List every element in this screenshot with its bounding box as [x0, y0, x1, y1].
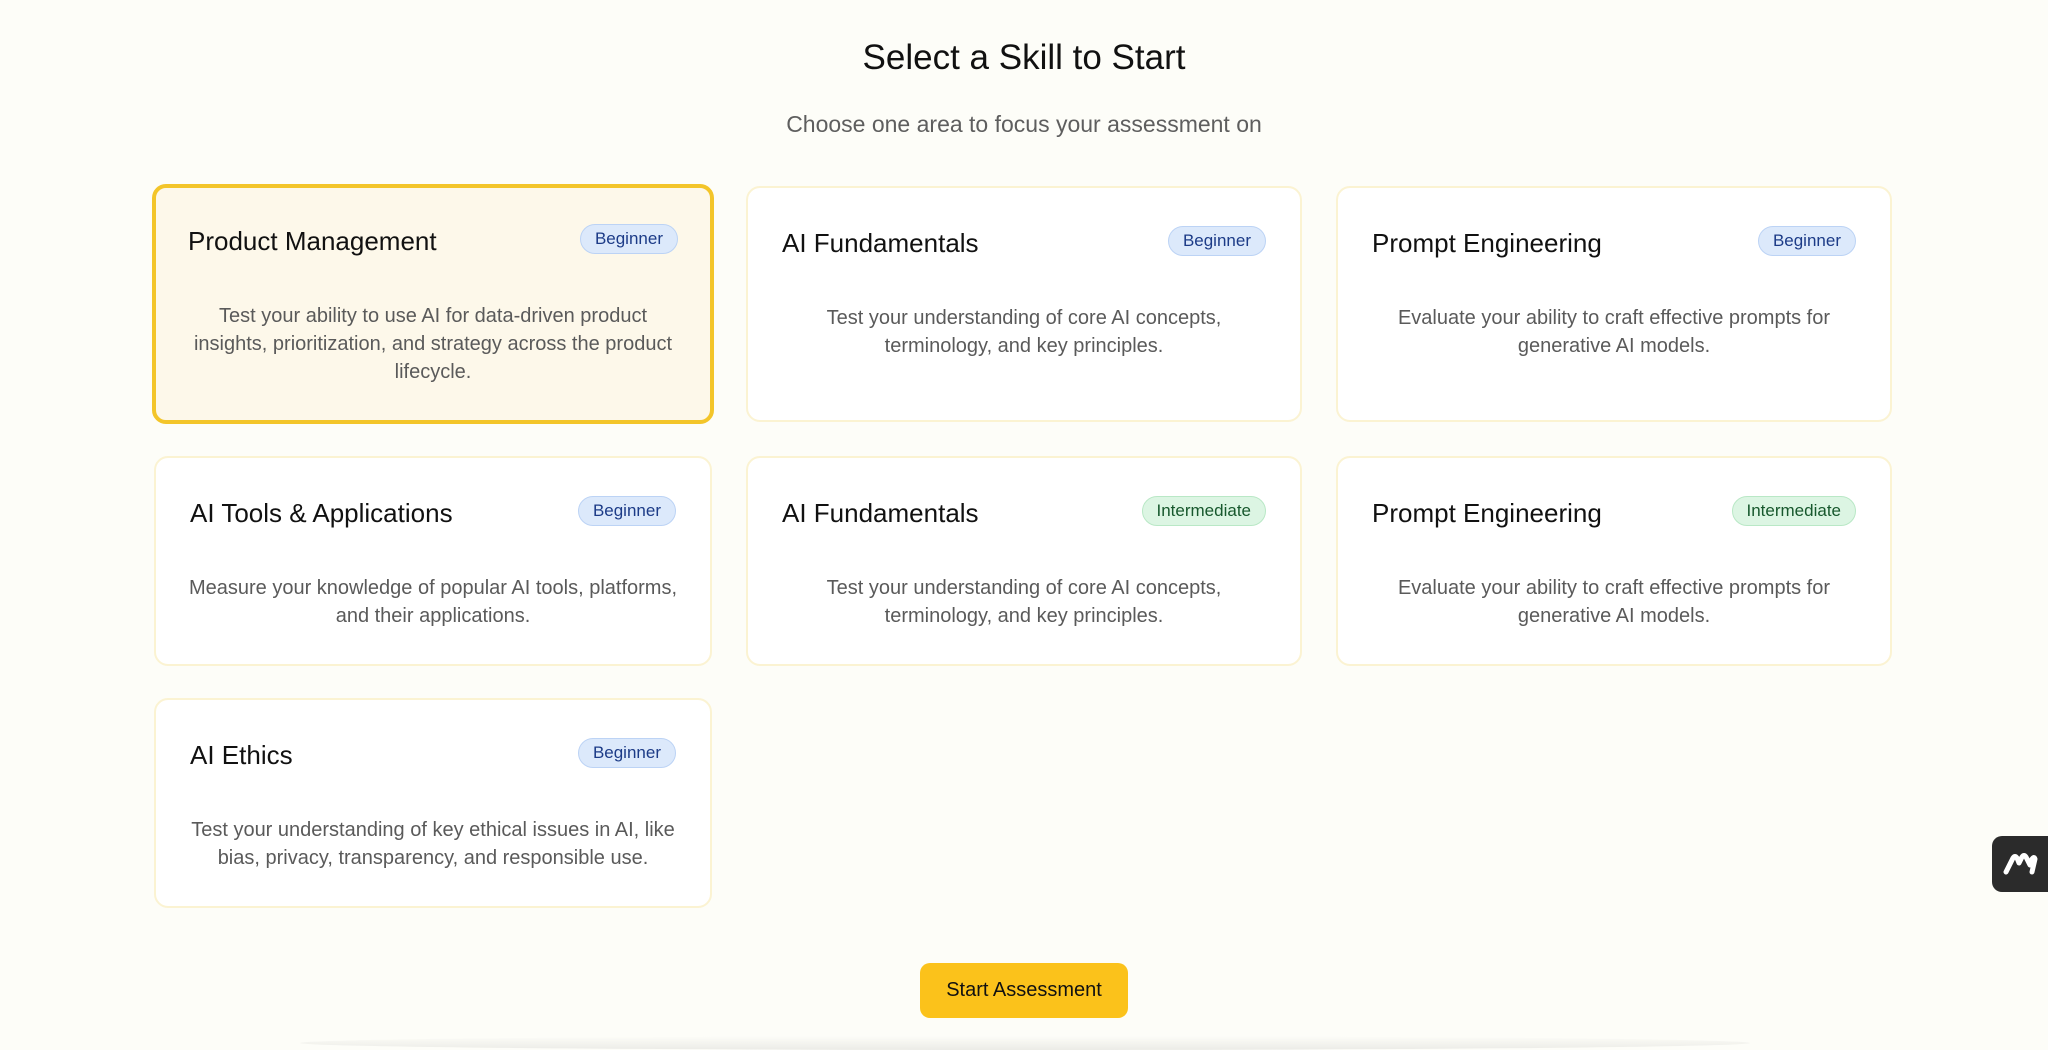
skill-card-title: AI Fundamentals: [782, 228, 979, 258]
skill-card-prompt-engineering-intermediate[interactable]: Prompt Engineering Intermediate Evaluate…: [1336, 456, 1892, 666]
skill-card-description: Evaluate your ability to craft effective…: [1397, 577, 1831, 627]
skill-card-description: Test your understanding of key ethical i…: [191, 819, 675, 869]
level-badge: Beginner: [577, 496, 676, 526]
level-badge: Beginner: [579, 224, 678, 254]
level-badge: Beginner: [1167, 226, 1266, 256]
skill-card-title: Product Management: [188, 226, 437, 256]
bottom-shadow: [300, 1036, 1750, 1050]
logo-m-icon: [2003, 853, 2038, 875]
skill-card-ai-fundamentals-beginner[interactable]: AI Fundamentals Beginner Test your under…: [746, 186, 1302, 422]
level-badge: Intermediate: [1141, 496, 1266, 526]
start-assessment-button[interactable]: Start Assessment: [920, 963, 1128, 1018]
level-badge: Beginner: [1757, 226, 1856, 256]
skill-card-ai-ethics[interactable]: AI Ethics Beginner Test your understandi…: [154, 698, 712, 908]
skill-card-description: Evaluate your ability to craft effective…: [1397, 307, 1831, 357]
skill-card-title: Prompt Engineering: [1372, 498, 1602, 528]
skill-card-prompt-engineering-beginner[interactable]: Prompt Engineering Beginner Evaluate you…: [1336, 186, 1892, 422]
skill-card-ai-tools-applications[interactable]: AI Tools & Applications Beginner Measure…: [154, 456, 712, 666]
skill-card-title: AI Fundamentals: [782, 498, 979, 528]
skill-card-title: AI Ethics: [190, 740, 293, 770]
page-subtitle: Choose one area to focus your assessment…: [786, 111, 1262, 137]
skill-card-description: Test your understanding of core AI conce…: [826, 307, 1222, 357]
skill-card-description: Test your understanding of core AI conce…: [826, 577, 1222, 627]
skill-card-product-management[interactable]: Product Management Beginner Test your ab…: [152, 184, 714, 424]
skill-card-title: Prompt Engineering: [1372, 228, 1602, 258]
skill-selection-page: Select a Skill to Start Choose one area …: [0, 0, 2048, 1050]
skill-card-description: Test your ability to use AI for data-dri…: [193, 305, 673, 383]
level-badge: Beginner: [577, 738, 676, 768]
level-badge: Intermediate: [1731, 496, 1856, 526]
skill-card-title: AI Tools & Applications: [190, 498, 453, 528]
skill-card-description: Measure your knowledge of popular AI too…: [188, 577, 678, 627]
skill-card-ai-fundamentals-intermediate[interactable]: AI Fundamentals Intermediate Test your u…: [746, 456, 1302, 666]
floating-widget-button[interactable]: [1992, 836, 2048, 892]
page-title: Select a Skill to Start: [862, 38, 1186, 77]
